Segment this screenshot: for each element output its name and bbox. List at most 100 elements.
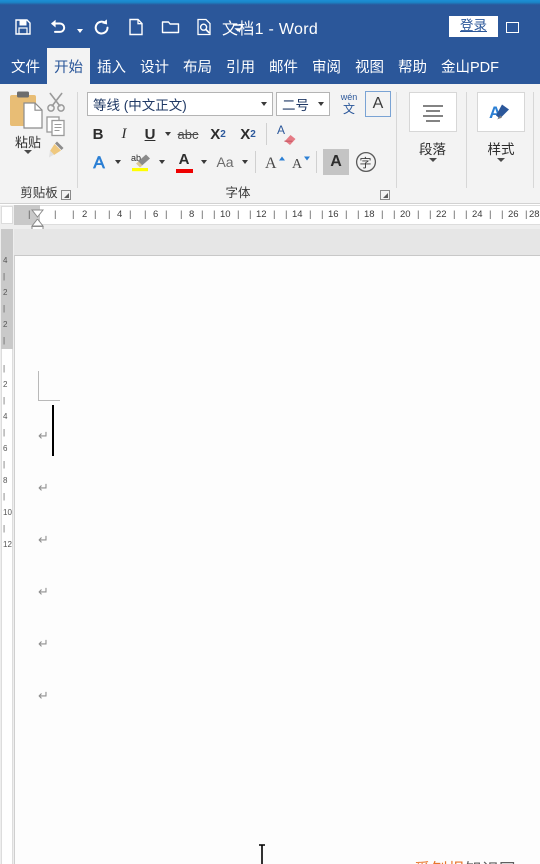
ruler-tick-2: 2 <box>82 209 88 220</box>
watermark-gray-part: 知识网 <box>465 860 516 864</box>
svg-text:A: A <box>265 155 277 172</box>
font-color-dropdown-icon[interactable] <box>199 150 209 174</box>
horizontal-ruler[interactable]: | | | 2 | | 4 | | 6 | | 8 | | 10 | | 12 … <box>0 205 540 234</box>
shrink-font-icon[interactable]: A <box>289 150 313 174</box>
tab-design[interactable]: 设计 <box>133 48 176 84</box>
page-top-gap <box>14 229 540 255</box>
tab-file[interactable]: 文件 <box>4 48 47 84</box>
ruler-tick-28: 28 <box>529 209 540 220</box>
tab-home[interactable]: 开始 <box>47 48 90 84</box>
tab-kingsoft-pdf[interactable]: 金山PDF <box>434 48 506 84</box>
font-name-dropdown-icon[interactable] <box>256 102 272 106</box>
text-insertion-caret <box>52 405 54 456</box>
bold-button[interactable]: B <box>87 122 109 146</box>
font-size-combobox[interactable]: 二号 <box>276 92 330 116</box>
sign-in-button[interactable]: 登录 <box>449 16 498 37</box>
phonetic-guide-bottom: 文 <box>342 102 355 116</box>
customize-qat-icon[interactable] <box>221 10 255 44</box>
font-size-dropdown-icon[interactable] <box>313 102 329 106</box>
open-icon[interactable] <box>153 10 187 44</box>
text-effects-icon[interactable]: A <box>87 150 111 176</box>
font-color-swatch <box>175 168 193 173</box>
quick-access-toolbar[interactable] <box>6 5 255 48</box>
ruler-tick-12: 12 <box>256 209 267 220</box>
ribbon-group-paragraph[interactable]: 段落 <box>398 84 467 204</box>
ribbon-group-font: 等线 (中文正文) 二号 wén 文 A B I U abc X 2 X 2 A… <box>79 84 397 204</box>
paragraph-mark: ↵ <box>38 481 49 496</box>
strikethrough-button[interactable]: abc <box>175 122 201 146</box>
tab-review[interactable]: 审阅 <box>305 48 348 84</box>
clear-formatting-icon[interactable]: A <box>273 121 301 147</box>
text-highlight-dropdown-icon[interactable] <box>157 150 167 174</box>
undo-dropdown-icon[interactable] <box>74 10 85 44</box>
text-effects-dropdown-icon[interactable] <box>113 150 123 174</box>
ruler-tick-14: 14 <box>292 209 303 220</box>
tab-layout[interactable]: 布局 <box>176 48 219 84</box>
ribbon-tab-strip: 文件 开始 插入 设计 布局 引用 邮件 审阅 视图 帮助 金山PDF <box>0 48 540 84</box>
text-effects-label: A <box>93 153 105 173</box>
tab-mailings[interactable]: 邮件 <box>262 48 305 84</box>
save-icon[interactable] <box>6 10 40 44</box>
watermark-orange-part: 爱刨根 <box>414 860 465 864</box>
paste-icon[interactable] <box>8 90 48 134</box>
paragraph-mark: ↵ <box>38 429 49 444</box>
new-document-icon[interactable] <box>119 10 153 44</box>
svg-text:字: 字 <box>360 155 372 170</box>
page-margin-corner-mark <box>38 371 60 401</box>
format-painter-icon[interactable] <box>44 138 68 162</box>
font-dialog-launcher-icon[interactable] <box>379 188 391 200</box>
clipboard-dialog-launcher-icon[interactable] <box>60 188 72 200</box>
tab-view[interactable]: 视图 <box>348 48 391 84</box>
superscript-index: 2 <box>250 128 256 140</box>
font-color-icon[interactable]: A <box>171 148 197 176</box>
character-shading-label: A <box>330 153 342 170</box>
change-case-button[interactable]: Aa <box>212 150 238 174</box>
superscript-button[interactable]: X2 <box>235 122 261 146</box>
undo-icon[interactable] <box>40 10 74 44</box>
phonetic-guide-icon[interactable]: wén 文 <box>335 90 363 118</box>
styles-group-dropdown-icon[interactable] <box>468 158 534 162</box>
paragraph-mark: ↵ <box>38 533 49 548</box>
ruler-tick-26: 26 <box>508 209 519 220</box>
character-border-label: A <box>372 95 384 112</box>
ruler-tick-20: 20 <box>400 209 411 220</box>
vertical-ruler[interactable]: 4 | 2 | 2 | | 2 | 4 | 6 | 8 | 10 | 12 <box>0 229 14 864</box>
paragraph-group-icon[interactable] <box>408 92 457 132</box>
svg-text:A: A <box>277 123 285 137</box>
redo-icon[interactable] <box>85 10 119 44</box>
ruler-tick-6: 6 <box>153 209 159 220</box>
tab-references[interactable]: 引用 <box>219 48 262 84</box>
grow-font-icon[interactable]: A <box>263 150 287 174</box>
document-area[interactable]: ↵ ↵ ↵ ↵ ↵ ↵ 爱刨根知识网 <box>0 229 540 864</box>
styles-group-icon[interactable]: A <box>477 92 525 132</box>
ribbon-group-styles[interactable]: A 样式 <box>468 84 534 204</box>
mouse-ibeam-cursor <box>256 844 268 864</box>
font-name-combobox[interactable]: 等线 (中文正文) <box>87 92 273 116</box>
ruler-tick-16: 16 <box>328 209 339 220</box>
tab-insert[interactable]: 插入 <box>90 48 133 84</box>
underline-button[interactable]: U <box>139 122 161 146</box>
document-page[interactable]: ↵ ↵ ↵ ↵ ↵ ↵ 爱刨根知识网 <box>14 255 540 864</box>
text-highlight-icon[interactable]: ab <box>127 148 155 176</box>
print-preview-icon[interactable] <box>187 10 221 44</box>
subscript-button[interactable]: X2 <box>205 122 231 146</box>
character-shading-icon[interactable]: A <box>323 149 349 175</box>
italic-button[interactable]: I <box>113 122 135 146</box>
restore-window-button[interactable] <box>504 16 540 38</box>
font-color-label: A <box>178 150 190 168</box>
watermark-text: 爱刨根知识网 <box>414 856 516 864</box>
paragraph-group-dropdown-icon[interactable] <box>398 158 467 162</box>
copy-icon[interactable] <box>44 114 68 138</box>
underline-dropdown-icon[interactable] <box>163 122 173 146</box>
paragraph-mark: ↵ <box>38 689 49 704</box>
ribbon-group-clipboard: 粘贴 剪贴板 <box>0 84 78 204</box>
tab-help[interactable]: 帮助 <box>391 48 434 84</box>
ruler-corner-box[interactable] <box>0 205 14 229</box>
ruler-tick-10: 10 <box>220 209 231 220</box>
font-name-value: 等线 (中文正文) <box>93 98 187 113</box>
change-case-dropdown-icon[interactable] <box>240 150 250 174</box>
cut-icon[interactable] <box>44 90 68 114</box>
enclose-character-icon[interactable]: 字 <box>353 149 379 175</box>
subscript-index: 2 <box>220 128 226 140</box>
character-border-icon[interactable]: A <box>365 91 391 117</box>
